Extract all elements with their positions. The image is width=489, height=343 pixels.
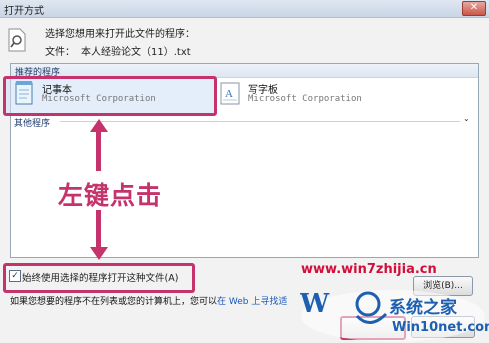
other-programs-label[interactable]: 其他程序 [14, 116, 50, 129]
open-with-dialog: 打开方式 ✕ 选择您想用来打开此文件的程序： 文件： 本人经验论文（11）.txt… [0, 0, 489, 343]
file-label: 文件： [45, 47, 75, 58]
arrow-down-shaft [96, 210, 101, 248]
chevron-down-icon[interactable]: ⌄ [463, 114, 470, 123]
program-company: Microsoft Corporation [42, 94, 156, 104]
watermark-brand: 系统之家 [389, 298, 457, 318]
close-button[interactable]: ✕ [462, 1, 486, 16]
arrow-up-shaft [96, 131, 101, 171]
file-name: 本人经验论文（11）.txt [81, 47, 191, 58]
prompt-text: 选择您想用来打开此文件的程序： [45, 29, 195, 40]
notepad-icon [15, 81, 33, 105]
always-use-checkbox[interactable]: ✓ [9, 270, 21, 282]
svg-text:A: A [225, 88, 233, 100]
watermark-url: www.win7zhijia.cn [301, 262, 437, 277]
file-info: 文件： 本人经验论文（11）.txt [45, 43, 197, 58]
click-annotation-label: 左键点击 [58, 181, 163, 210]
program-item-notepad[interactable]: 记事本 Microsoft Corporation [12, 80, 212, 110]
title-bar: 打开方式 ✕ [0, 0, 489, 18]
arrow-down-annotation [90, 247, 108, 260]
document-search-icon [8, 28, 26, 52]
program-company: Microsoft Corporation [248, 94, 362, 104]
program-item-wordpad[interactable]: A 写字板 Microsoft Corporation [218, 80, 418, 110]
web-search-link[interactable]: 在 Web 上寻找适 [217, 297, 287, 307]
always-use-label[interactable]: 始终使用选择的程序打开这种文件(A) [22, 270, 178, 284]
web-search-hint: 如果您想要的程序不在列表或您的计算机上，您可以在 Web 上寻找适 [10, 294, 287, 307]
svg-text:W: W [300, 289, 330, 319]
wordpad-icon: A [220, 82, 240, 105]
window-title: 打开方式 [4, 6, 44, 17]
watermark-site: Win10net.com [392, 320, 489, 335]
other-programs-divider [60, 121, 460, 122]
hint-text: 如果您想要的程序不在列表或您的计算机上，您可以 [10, 297, 218, 307]
